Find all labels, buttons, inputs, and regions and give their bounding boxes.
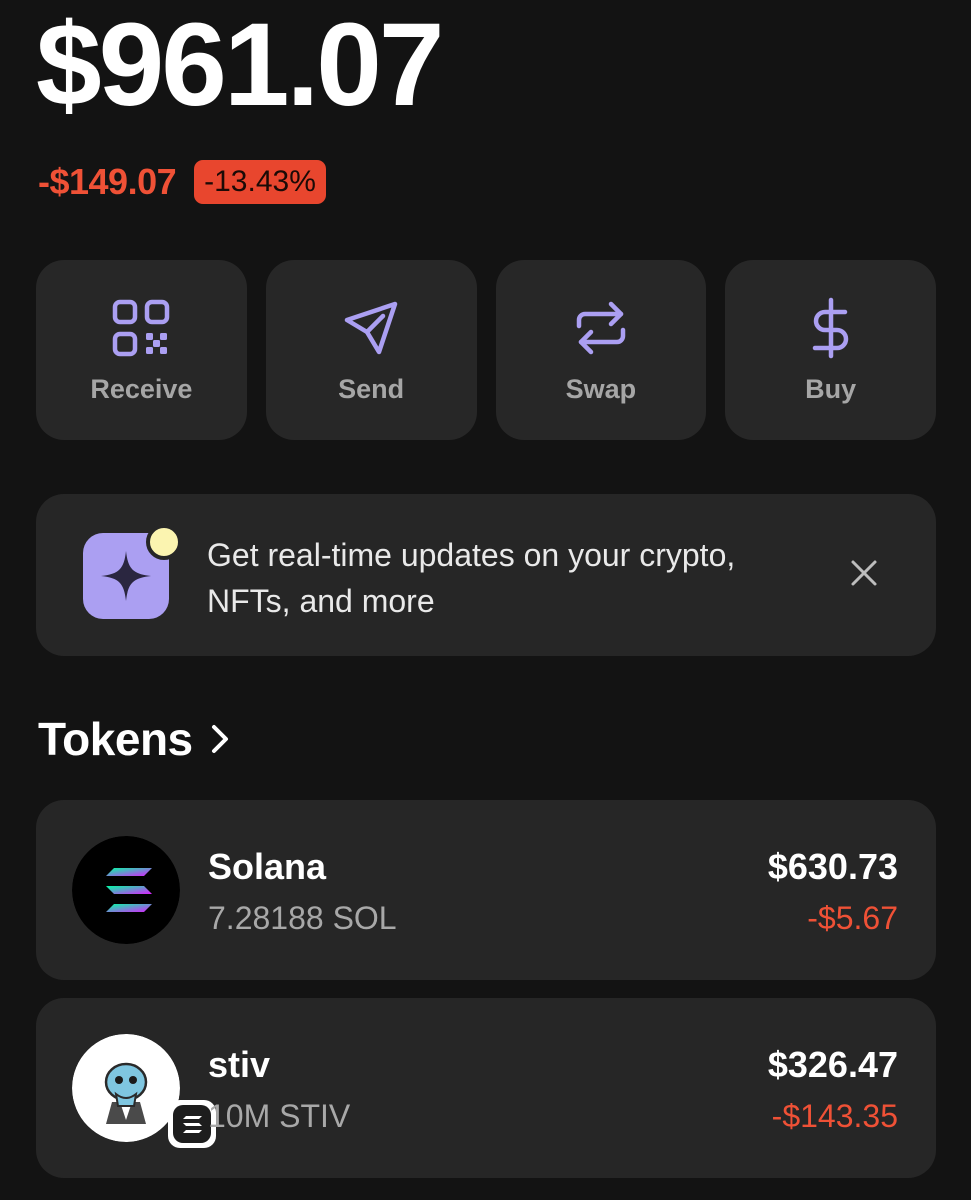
token-change: -$143.35 — [771, 1098, 898, 1134]
solana-logo-icon — [72, 836, 180, 944]
dollar-icon — [812, 297, 848, 358]
token-row[interactable]: Solana 7.28188 SOL $630.73 -$5.67 — [36, 800, 936, 980]
buy-label: Buy — [805, 373, 857, 404]
token-value: $630.73 — [767, 846, 898, 887]
qr-code-icon — [113, 299, 170, 356]
send-button[interactable]: Send — [265, 260, 477, 440]
token-name: Solana — [208, 846, 327, 887]
swap-icon — [576, 301, 626, 354]
swap-label: Swap — [565, 373, 637, 404]
notification-dot — [146, 524, 182, 560]
buy-button[interactable]: Buy — [725, 260, 936, 440]
stiv-token-icon — [72, 1034, 180, 1142]
tokens-title: Tokens — [38, 713, 193, 765]
tokens-section-header[interactable]: Tokens — [38, 712, 231, 766]
receive-button[interactable]: Receive — [36, 260, 247, 440]
receive-label: Receive — [90, 373, 193, 404]
token-change: -$5.67 — [807, 900, 898, 936]
send-label: Send — [338, 373, 405, 404]
balance-change-amount: -$149.07 — [38, 161, 177, 202]
token-name: stiv — [208, 1044, 271, 1085]
notification-banner[interactable]: Get real-time updates on your crypto, NF… — [36, 494, 936, 656]
chevron-right-icon — [211, 725, 228, 753]
action-buttons: Receive Send Swap Buy — [36, 260, 936, 440]
swap-button[interactable]: Swap — [495, 260, 707, 440]
total-balance: $961.07 — [36, 0, 445, 131]
balance-change-row: -$149.07 -13.43% — [38, 160, 326, 204]
token-row[interactable]: stiv 10M STIV $326.47 -$143.35 — [36, 998, 936, 1178]
banner-text: Get real-time updates on your crypto, NF… — [207, 537, 736, 619]
wallet-home: $961.07 -$149.07 -13.43% Receive Send Sw… — [0, 0, 971, 1200]
close-icon[interactable] — [848, 557, 880, 589]
token-amount: 7.28188 SOL — [208, 900, 397, 936]
token-value: $326.47 — [767, 1044, 898, 1085]
token-amount: 10M STIV — [208, 1098, 351, 1134]
send-icon — [344, 301, 398, 354]
balance-change-percent-badge: -13.43% — [194, 160, 326, 204]
